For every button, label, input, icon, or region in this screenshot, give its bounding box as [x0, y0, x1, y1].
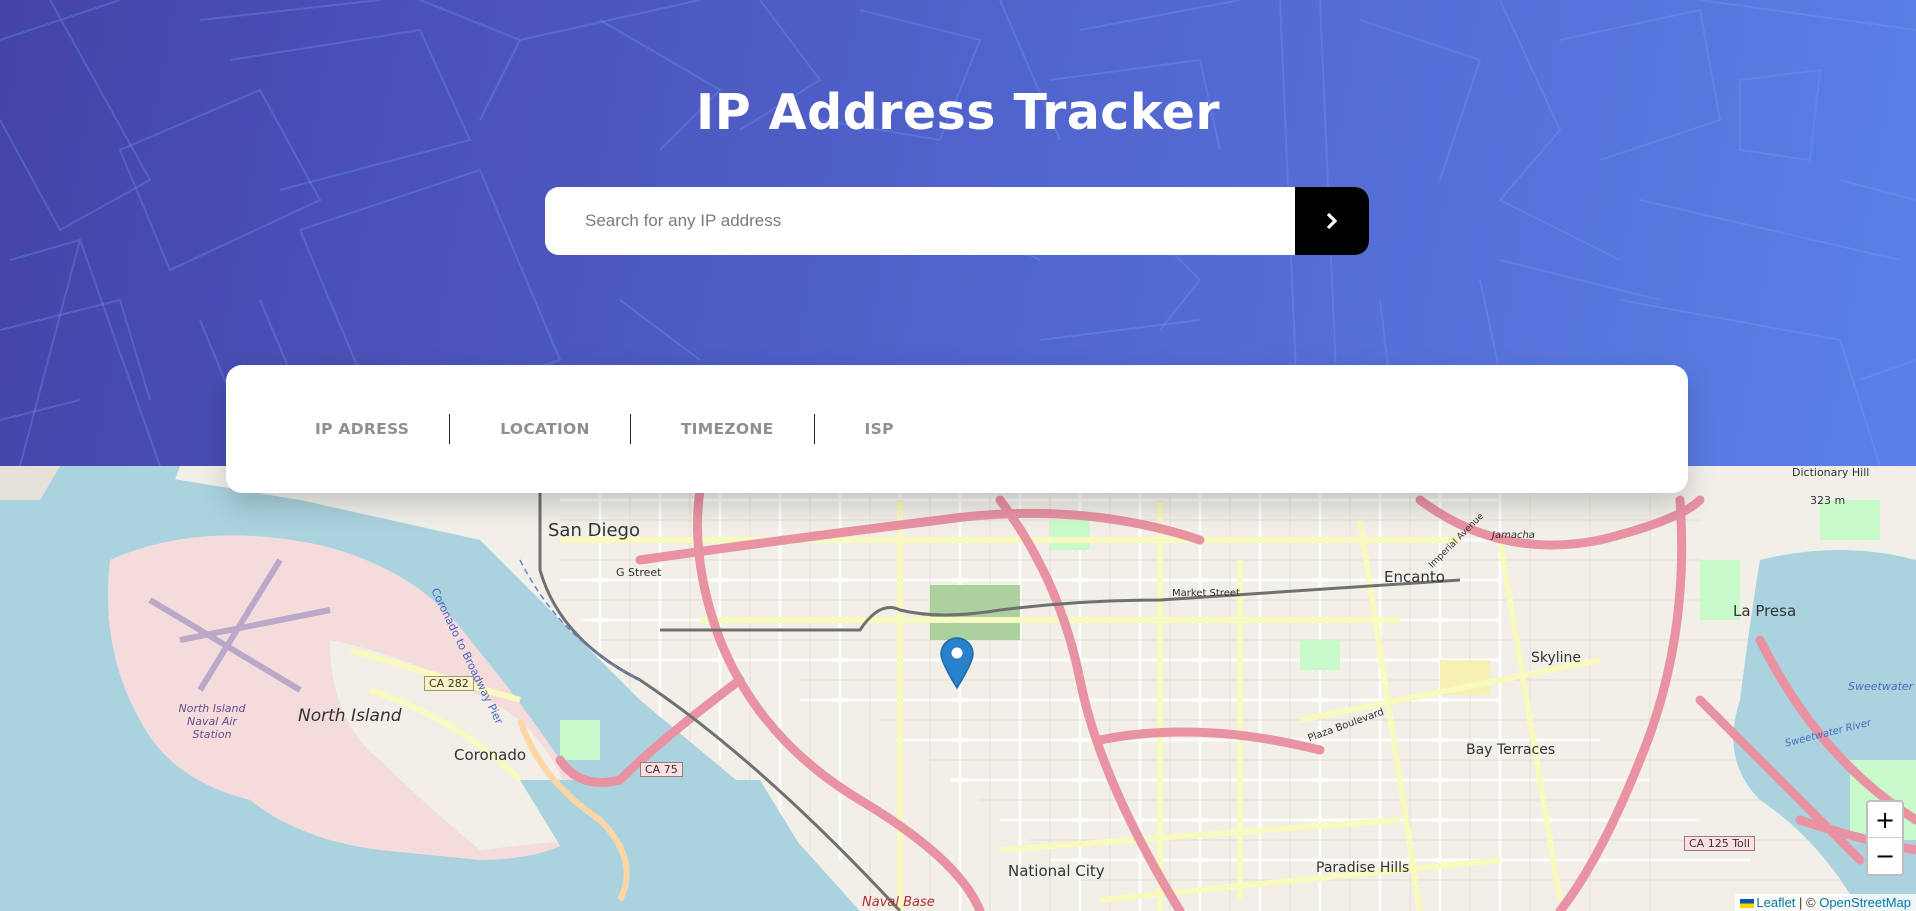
map-tiles[interactable] — [0, 466, 1916, 911]
ip-info-card: IP ADRESS LOCATION TIMEZONE ISP — [226, 365, 1688, 493]
map-label-paradise-hills: Paradise Hills — [1316, 860, 1410, 876]
map[interactable]: San Diego G Street Coronado to Broadway … — [0, 466, 1916, 911]
search-bar — [545, 187, 1369, 255]
map-label-bay-terraces: Bay Terraces — [1466, 742, 1556, 758]
ip-search-input[interactable] — [545, 187, 1295, 255]
ip-address-label: IP ADRESS — [315, 420, 410, 438]
map-label-naval-base: Naval Base — [862, 895, 935, 910]
map-label-ca75: CA 75 — [640, 762, 683, 777]
info-ip-address: IP ADRESS — [315, 420, 409, 438]
divider — [813, 414, 815, 444]
ukraine-flag-icon — [1740, 899, 1755, 909]
map-label-la-presa: La Presa — [1733, 602, 1797, 620]
info-isp: ISP — [865, 420, 894, 438]
timezone-label: TIMEZONE — [680, 420, 774, 438]
map-label-naval-air: North Island Naval Air Station — [178, 702, 246, 741]
zoom-control: + − — [1866, 800, 1904, 876]
map-label-national-city: National City — [1008, 862, 1105, 880]
map-attribution: Leaflet | © OpenStreetMap — [1735, 894, 1916, 911]
info-timezone: TIMEZONE — [681, 420, 774, 438]
map-label-sweetwater: Sweetwater Reserv — [1848, 680, 1916, 693]
map-label-north-island: North Island — [298, 706, 402, 726]
map-label-encanto: Encanto — [1384, 568, 1445, 586]
map-label-coronado: Coronado — [454, 746, 527, 764]
map-label-ca282: CA 282 — [424, 676, 474, 691]
divider — [629, 414, 631, 444]
page-title: IP Address Tracker — [695, 84, 1221, 141]
map-label-ca125: CA 125 Toll — [1684, 836, 1755, 851]
map-label-g-street: G Street — [616, 566, 662, 579]
map-label-san-diego: San Diego — [548, 520, 640, 541]
map-label-market-street: Market Street — [1172, 588, 1240, 599]
map-label-jamacha: Jamacha — [1492, 530, 1535, 541]
info-location: LOCATION — [500, 420, 590, 438]
zoom-in-button[interactable]: + — [1868, 802, 1902, 838]
openstreetmap-link[interactable]: OpenStreetMap — [1819, 895, 1911, 910]
map-label-skyline: Skyline — [1531, 650, 1582, 666]
map-label-elevation: 323 m — [1810, 494, 1846, 507]
location-label: LOCATION — [500, 420, 590, 438]
map-label-dictionary-hill: Dictionary Hill — [1792, 466, 1870, 479]
chevron-right-icon — [1326, 212, 1338, 230]
leaflet-link[interactable]: Leaflet — [1756, 895, 1795, 910]
isp-label: ISP — [864, 420, 894, 438]
divider — [449, 414, 451, 444]
zoom-out-button[interactable]: − — [1868, 838, 1902, 874]
attribution-separator: | © — [1795, 895, 1820, 910]
search-submit-button[interactable] — [1295, 187, 1369, 255]
